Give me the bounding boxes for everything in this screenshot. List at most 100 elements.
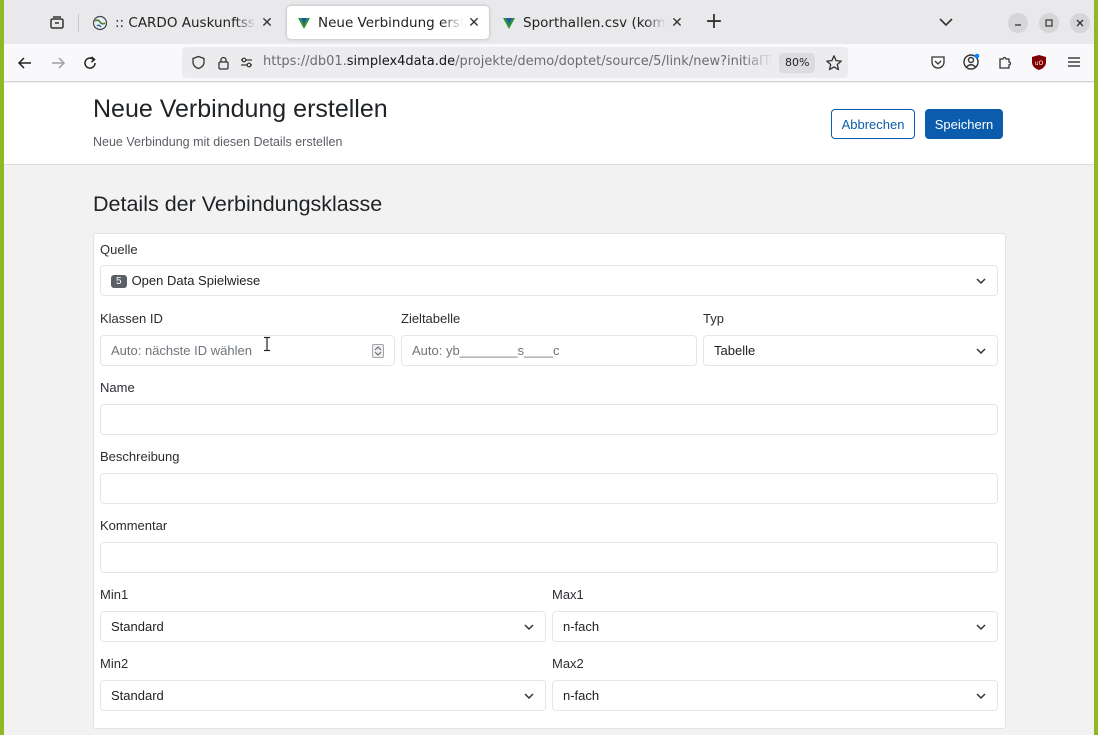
- text-cursor-icon: [264, 336, 270, 352]
- pocket-button[interactable]: [928, 52, 948, 72]
- max2-label: Max2: [552, 656, 584, 671]
- arrow-left-icon: [17, 57, 31, 69]
- forward-button[interactable]: [46, 51, 70, 75]
- number-spinner-icon[interactable]: [372, 344, 384, 358]
- tab-bar: :: CARDO Auskunftssystem ✕ Neue Verbindu…: [4, 0, 1094, 44]
- new-tab-button[interactable]: +: [702, 10, 726, 34]
- account-icon: [963, 53, 980, 70]
- typ-label: Typ: [703, 311, 724, 326]
- menu-button[interactable]: [1064, 52, 1084, 72]
- chevron-down-icon: [524, 693, 534, 700]
- typ-select[interactable]: Tabelle: [703, 335, 998, 366]
- tab-cardo[interactable]: :: CARDO Auskunftssystem ✕: [82, 6, 282, 39]
- max2-select[interactable]: n-fach: [552, 680, 998, 711]
- ublock-button[interactable]: uO: [1029, 52, 1049, 72]
- chevron-down-icon: [976, 624, 986, 631]
- form-card: Quelle 5 Open Data Spielwiese Klassen ID …: [93, 233, 1006, 729]
- url-path: /projekte/demo/doptet/source/5/link/new?…: [455, 54, 773, 69]
- zieltabelle-placeholder: Auto: yb________s____c: [412, 343, 560, 358]
- min2-value: Standard: [111, 688, 164, 703]
- tab-separator: [78, 14, 79, 32]
- min1-label: Min1: [100, 587, 129, 602]
- chevron-down-icon: [524, 624, 534, 631]
- klassen-id-input[interactable]: Auto: nächste ID wählen: [100, 335, 395, 366]
- permissions-icon[interactable]: [238, 54, 255, 71]
- tab-label: Sporthallen.csv (komplett): [523, 14, 666, 31]
- arrow-right-icon: [52, 57, 66, 69]
- typ-value: Tabelle: [714, 343, 756, 358]
- extensions-button[interactable]: [995, 52, 1015, 72]
- back-button[interactable]: [13, 51, 37, 75]
- min2-label: Min2: [100, 656, 129, 671]
- kommentar-label: Kommentar: [100, 518, 168, 533]
- reload-icon: [84, 56, 96, 69]
- url-prefix: https://db01.: [263, 54, 347, 69]
- page-subtitle: Neue Verbindung mit diesen Details erste…: [93, 135, 343, 149]
- zieltabelle-label: Zieltabelle: [401, 311, 461, 326]
- chevron-down-icon: [976, 348, 986, 355]
- chevron-down-icon: [976, 693, 986, 700]
- tab-label: :: CARDO Auskunftssystem: [115, 14, 256, 31]
- account-button[interactable]: [961, 52, 981, 72]
- puzzle-icon: [999, 56, 1012, 69]
- max2-value: n-fach: [563, 688, 600, 703]
- kommentar-input[interactable]: [100, 542, 998, 573]
- source-id-badge: 5: [111, 275, 127, 288]
- beschreibung-input[interactable]: [100, 473, 998, 504]
- save-button[interactable]: Speichern: [925, 109, 1003, 139]
- shield-icon[interactable]: [190, 54, 207, 71]
- quelle-value: 5 Open Data Spielwiese: [111, 273, 260, 288]
- max1-select[interactable]: n-fach: [552, 611, 998, 642]
- klassen-id-placeholder: Auto: nächste ID wählen: [111, 343, 252, 358]
- min1-value: Standard: [111, 619, 164, 634]
- svg-text:uO: uO: [1035, 60, 1044, 67]
- browser-window: :: CARDO Auskunftssystem ✕ Neue Verbindu…: [4, 0, 1094, 735]
- page-content: Neue Verbindung erstellen Neue Verbindun…: [4, 83, 1094, 735]
- ublock-origin-icon: uO: [1032, 54, 1046, 70]
- close-tab-icon[interactable]: ✕: [467, 15, 481, 31]
- zieltabelle-input[interactable]: Auto: yb________s____c: [401, 335, 697, 366]
- maximize-icon: [1045, 19, 1053, 27]
- cancel-button[interactable]: Abbrechen: [831, 109, 915, 139]
- name-input[interactable]: [100, 404, 998, 435]
- tab-neue-verbindung[interactable]: Neue Verbindung erstellen ✕: [287, 6, 489, 39]
- tab-overview-icon: [50, 16, 64, 29]
- lock-icon[interactable]: [215, 54, 232, 71]
- quelle-text: Open Data Spielwiese: [131, 273, 261, 288]
- max1-value: n-fach: [563, 619, 600, 634]
- minimize-button[interactable]: [1008, 13, 1028, 33]
- navigation-bar: https://db01.simplex4data.de/projekte/de…: [4, 44, 1094, 82]
- min2-select[interactable]: Standard: [100, 680, 546, 711]
- tab-overview-button[interactable]: [42, 8, 72, 38]
- close-window-button[interactable]: [1070, 13, 1090, 33]
- close-tab-icon[interactable]: ✕: [260, 15, 274, 31]
- page-title: Neue Verbindung erstellen: [93, 95, 388, 123]
- quelle-select[interactable]: 5 Open Data Spielwiese: [100, 265, 998, 296]
- simplex-favicon-icon: [503, 17, 515, 29]
- min1-select[interactable]: Standard: [100, 611, 546, 642]
- url-domain: simplex4data.de: [346, 54, 456, 69]
- max1-label: Max1: [552, 587, 584, 602]
- chevron-down-icon[interactable]: [936, 12, 956, 32]
- url-text[interactable]: https://db01.simplex4data.de/projekte/de…: [263, 54, 773, 69]
- pocket-icon: [931, 56, 945, 69]
- chevron-down-icon: [976, 278, 986, 285]
- close-tab-icon[interactable]: ✕: [670, 15, 684, 31]
- section-title: Details der Verbindungsklasse: [93, 192, 383, 216]
- globe-favicon-icon: [92, 15, 108, 30]
- klassen-id-label: Klassen ID: [100, 311, 163, 326]
- plus-icon: +: [704, 9, 724, 34]
- name-label: Name: [100, 380, 135, 395]
- close-icon: [1076, 19, 1084, 27]
- reload-button[interactable]: [78, 51, 102, 75]
- url-bar[interactable]: https://db01.simplex4data.de/projekte/de…: [182, 47, 848, 78]
- quelle-label: Quelle: [100, 242, 138, 257]
- bookmark-star-icon[interactable]: [825, 54, 843, 72]
- simplex-favicon-icon: [298, 17, 310, 29]
- minimize-icon: [1015, 24, 1021, 26]
- tab-sporthallen[interactable]: Sporthallen.csv (komplett) ✕: [492, 6, 692, 39]
- beschreibung-label: Beschreibung: [100, 449, 180, 464]
- zoom-level-badge[interactable]: 80%: [779, 53, 816, 73]
- maximize-button[interactable]: [1039, 13, 1059, 33]
- page-header: Neue Verbindung erstellen Neue Verbindun…: [4, 83, 1094, 165]
